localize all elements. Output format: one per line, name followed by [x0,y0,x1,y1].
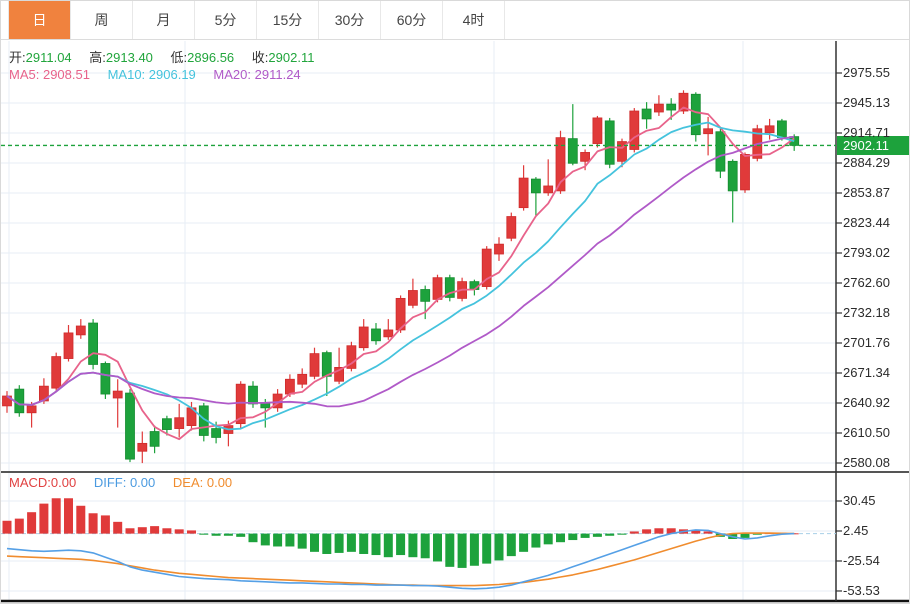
open-label: 开: [9,50,26,65]
price-axis-label: 2884.29 [843,155,909,170]
macd-value-legend: MACD:0.00 [9,475,76,490]
ma-legend-row: MA5: 2908.51 MA10: 2906.19 MA20: 2911.24 [9,67,315,82]
price-axis-label: 2671.34 [843,365,909,380]
price-axis-label: 2975.55 [843,65,909,80]
price-axis-label: 2762.60 [843,275,909,290]
high-value: 2913.40 [106,50,153,65]
kline-chart-canvas[interactable] [1,1,909,603]
low-label: 低: [171,50,188,65]
low-value: 2896.56 [187,50,234,65]
price-axis-label: 2945.13 [843,95,909,110]
price-axis-label: 2640.92 [843,395,909,410]
price-axis-label: 2914.71 [843,125,909,140]
macd-axis-label: -53.53 [843,583,909,598]
ma5-legend: MA5: 2908.51 [9,67,90,82]
kline-app-window: 日周月5分15分30分60分4时 开:2911.04 高:2913.40 低:2… [0,0,910,604]
price-axis-label: 2701.76 [843,335,909,350]
ma10-legend: MA10: 2906.19 [108,67,196,82]
macd-axis-label: 30.45 [843,493,909,508]
price-axis-label: 2580.08 [843,455,909,470]
high-label: 高: [89,50,106,65]
ohlc-quote-row: 开:2911.04 高:2913.40 低:2896.56 收:2902.11 [9,47,328,66]
price-axis-label: 2793.02 [843,245,909,260]
price-axis-label: 2853.87 [843,185,909,200]
macd-axis-label: -25.54 [843,553,909,568]
diff-value-legend: DIFF: 0.00 [94,475,155,490]
open-value: 2911.04 [26,50,72,65]
ma20-legend: MA20: 2911.24 [213,67,300,82]
price-axis-label: 2823.44 [843,215,909,230]
dea-value-legend: DEA: 0.00 [173,475,232,490]
price-axis-label: 2732.18 [843,305,909,320]
price-axis-label: 2610.50 [843,425,909,440]
macd-legend-row: MACD:0.00 DIFF: 0.00 DEA: 0.00 [9,475,246,490]
close-label: 收: [252,50,269,65]
macd-axis-label: 2.45 [843,523,909,538]
close-value: 2902.11 [268,50,314,65]
